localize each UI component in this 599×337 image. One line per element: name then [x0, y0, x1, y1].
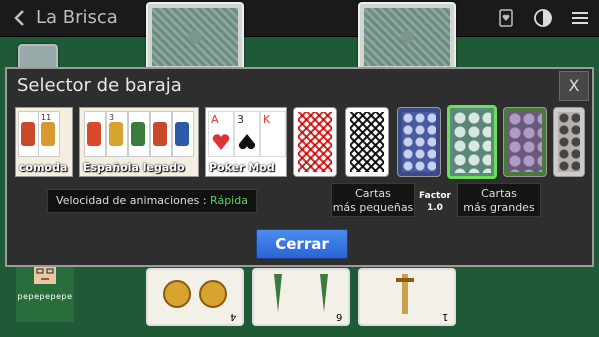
deck-label: comoda	[19, 161, 68, 174]
opponent-card	[146, 2, 244, 72]
deck-label: Española legado	[83, 161, 185, 174]
deck-selector-dialog: Selector de baraja X 11 comoda 3 Español…	[5, 67, 594, 267]
menu-icon[interactable]	[570, 8, 590, 28]
card-number: 11	[41, 113, 52, 122]
button-line: más grandes	[463, 201, 535, 214]
hand-card[interactable]: 1	[358, 268, 456, 326]
card-number: 1	[441, 311, 448, 322]
coin-suit-icon	[163, 280, 227, 308]
app-title: La Brisca	[36, 7, 118, 28]
opponent-card	[358, 2, 456, 72]
spade-suit-icon	[238, 134, 256, 150]
speed-value: Rápida	[210, 194, 248, 207]
card-back-black-lattice[interactable]	[345, 107, 389, 177]
player-name: pepepepepe	[17, 292, 73, 301]
contrast-icon[interactable]	[533, 8, 553, 28]
card-number: A	[211, 113, 219, 126]
card-number: 3	[109, 113, 115, 122]
hand-card[interactable]: 4	[146, 268, 244, 326]
card-number: 4	[229, 311, 236, 322]
card-back-green-floral[interactable]	[447, 105, 497, 179]
card-back-blue-floral[interactable]	[397, 107, 441, 177]
speed-label: Velocidad de animaciones :	[56, 194, 211, 207]
sword-suit-icon	[396, 274, 414, 314]
deck-option-comoda[interactable]: 11 comoda	[15, 107, 73, 177]
deck-option-poker[interactable]: A 3 K Poker Mod	[205, 107, 287, 177]
button-line: Cartas	[481, 187, 517, 200]
card-number: 3	[237, 113, 244, 126]
card-number: K	[263, 113, 271, 126]
back-icon[interactable]	[10, 8, 30, 28]
factor-label: Factor	[419, 191, 451, 201]
cerrar-button[interactable]: Cerrar	[256, 229, 348, 259]
factor-value: 1.0	[427, 203, 443, 213]
deck-label: Poker Mod	[209, 161, 275, 174]
button-line: Cartas	[355, 187, 391, 200]
deck-option-espanola-legado[interactable]: 3 Española legado	[79, 107, 199, 177]
button-line: más pequeñas	[332, 201, 414, 214]
animation-speed-selector[interactable]: Velocidad de animaciones : Rápida	[47, 189, 257, 213]
hand-card[interactable]: 6	[252, 268, 350, 326]
dialog-title: Selector de baraja	[17, 75, 182, 96]
heart-suit-icon	[212, 134, 230, 150]
larger-cards-button[interactable]: Cartas más grandes	[457, 183, 541, 217]
card-suit-icon[interactable]	[496, 8, 516, 28]
card-back-gray-floral[interactable]	[553, 107, 585, 177]
card-number: 6	[335, 311, 342, 322]
close-dialog-button[interactable]: X	[559, 71, 589, 101]
card-back-purple-floral[interactable]	[503, 107, 547, 177]
club-suit-icon	[274, 274, 328, 312]
top-bar: La Brisca	[0, 0, 599, 37]
card-back-red-lattice[interactable]	[293, 107, 337, 177]
player-avatar: pepepepepe	[16, 258, 74, 322]
smaller-cards-button[interactable]: Cartas más pequeñas	[331, 183, 415, 217]
